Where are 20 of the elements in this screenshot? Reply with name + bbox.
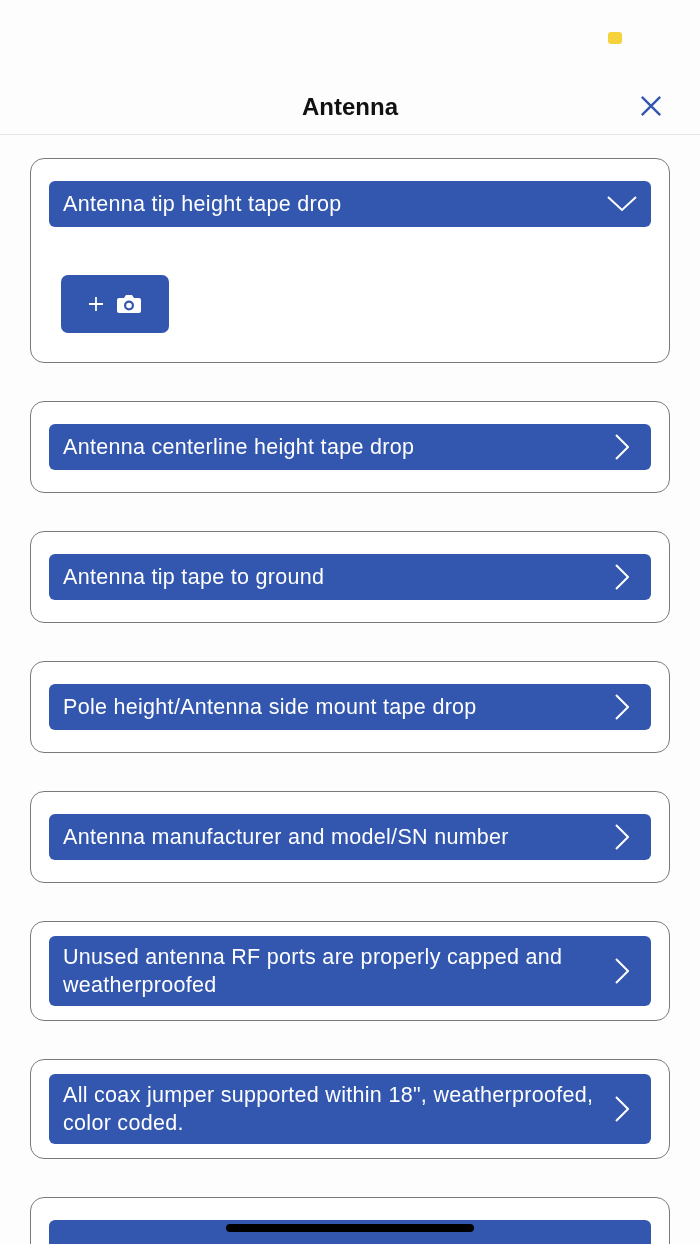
section-header[interactable]: Unused antenna RF ports are properly capped and weatherproofed bbox=[49, 936, 651, 1006]
chevron-right-icon bbox=[615, 564, 629, 590]
add-photo-button[interactable] bbox=[61, 275, 169, 333]
section-header[interactable]: Pole height/Antenna side mount tape drop bbox=[49, 684, 651, 730]
camera-icon bbox=[116, 294, 142, 314]
close-icon[interactable] bbox=[640, 95, 662, 117]
section-header[interactable]: Antenna manufacturer and model/SN number bbox=[49, 814, 651, 860]
chevron-down-icon bbox=[607, 196, 637, 212]
chevron-right-icon bbox=[615, 694, 629, 720]
chevron-right-icon bbox=[615, 958, 629, 984]
section-header[interactable]: All coax jumper supported within 18", weatherproofed, color coded. bbox=[49, 1074, 651, 1144]
chevron-right-icon bbox=[615, 824, 629, 850]
plus-icon bbox=[88, 296, 104, 312]
screen-title: Antenna bbox=[302, 93, 398, 121]
section-header[interactable]: Antenna tip height tape drop bbox=[49, 181, 651, 227]
section-header[interactable]: Antenna centerline height tape drop bbox=[49, 424, 651, 470]
chevron-right-icon bbox=[615, 434, 629, 460]
section-header[interactable]: Antenna tip tape to ground bbox=[49, 554, 651, 600]
chevron-right-icon bbox=[615, 1096, 629, 1122]
status-indicator-icon bbox=[608, 32, 622, 44]
